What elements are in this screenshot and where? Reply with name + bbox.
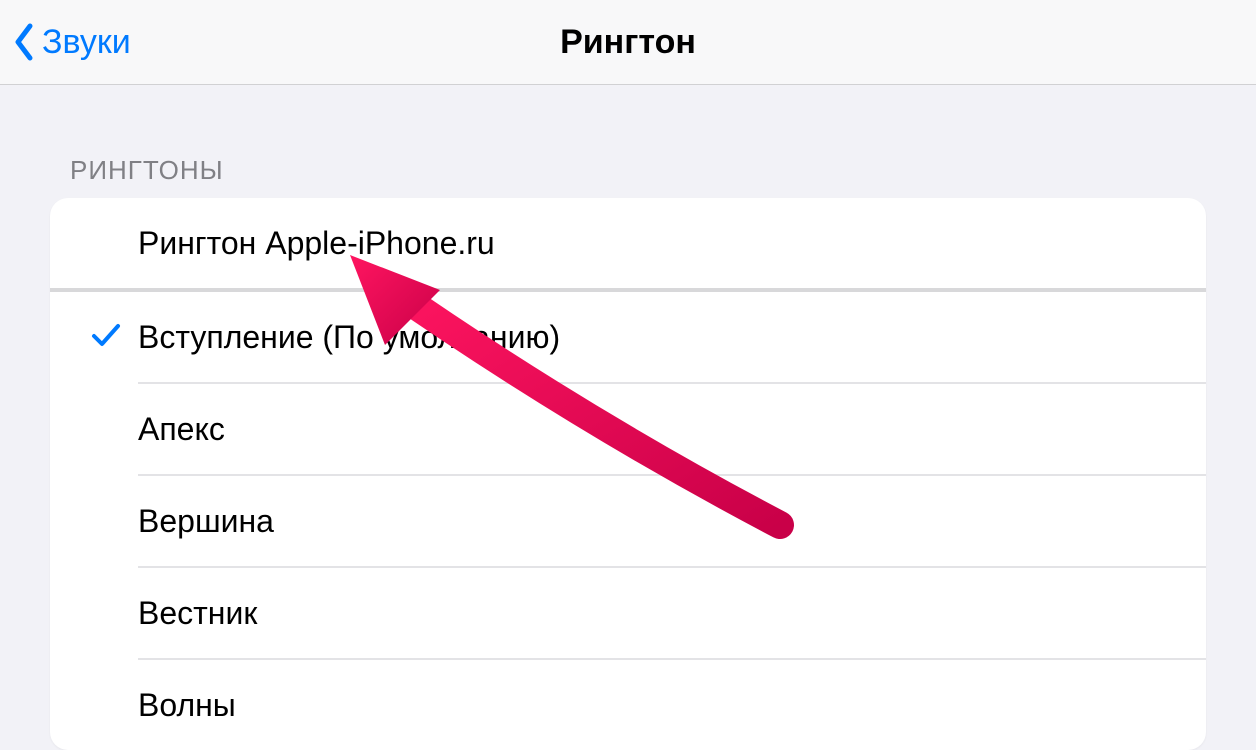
ringtone-item[interactable]: Вестник — [50, 568, 1206, 658]
navigation-bar: Звуки Рингтон — [0, 0, 1256, 85]
ringtone-label: Апекс — [138, 411, 225, 448]
ringtone-item[interactable]: Апекс — [50, 384, 1206, 474]
ringtone-item-custom[interactable]: Рингтон Apple-iPhone.ru — [50, 198, 1206, 288]
ringtone-label: Волны — [138, 687, 236, 724]
ringtone-list: Рингтон Apple-iPhone.ru Вступление (По у… — [50, 198, 1206, 750]
ringtone-item[interactable]: Волны — [50, 660, 1206, 750]
ringtone-item[interactable]: Вершина — [50, 476, 1206, 566]
back-button[interactable]: Звуки — [0, 0, 131, 84]
section-header-ringtones: РИНГТОНЫ — [0, 155, 1256, 198]
ringtone-label: Вестник — [138, 595, 257, 632]
checkmark-icon — [90, 319, 122, 356]
back-label: Звуки — [42, 23, 131, 62]
chevron-left-icon — [12, 22, 36, 62]
ringtone-label: Вершина — [138, 503, 274, 540]
page-title: Рингтон — [560, 23, 696, 62]
ringtone-item-default[interactable]: Вступление (По умолчанию) — [50, 292, 1206, 382]
ringtone-label: Вступление (По умолчанию) — [138, 319, 560, 356]
check-slot — [90, 319, 138, 356]
content-area: РИНГТОНЫ Рингтон Apple-iPhone.ru Вступле… — [0, 85, 1256, 750]
ringtone-label: Рингтон Apple-iPhone.ru — [138, 225, 495, 262]
